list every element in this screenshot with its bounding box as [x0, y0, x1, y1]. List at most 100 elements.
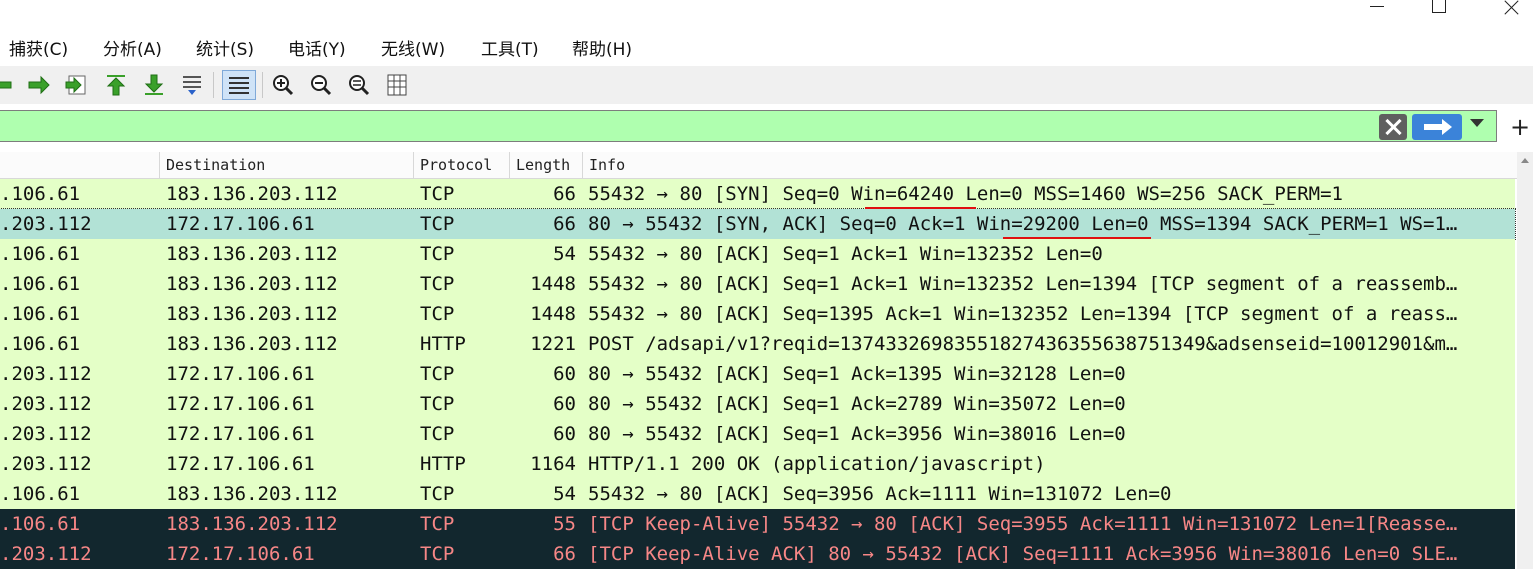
packet-length: 1164: [530, 453, 576, 475]
maximize-button[interactable]: [1420, 0, 1460, 20]
packet-info: HTTP/1.1 200 OK (application/javascript): [588, 453, 1046, 475]
column-header-length[interactable]: Length: [510, 152, 583, 178]
packet-info: 55432 → 80 [ACK] Seq=1395 Ack=1 Win=1323…: [588, 303, 1458, 325]
packet-source: .106.61: [0, 483, 81, 505]
packet-protocol: HTTP: [420, 333, 466, 355]
packet-info: [TCP Keep-Alive] 55432 → 80 [ACK] Seq=39…: [588, 513, 1458, 535]
packet-source: .203.112: [0, 543, 92, 565]
packet-source: .106.61: [0, 273, 81, 295]
packet-length: 66: [553, 543, 576, 565]
table-row[interactable]: .106.61 183.136.203.112 TCP 66 55432 → 80 [S…: [0, 179, 1515, 209]
column-header-protocol[interactable]: Protocol: [414, 152, 510, 178]
packet-length: 60: [553, 393, 576, 415]
close-window-button[interactable]: [1493, 0, 1533, 20]
zoom-out-icon[interactable]: [306, 70, 336, 100]
packet-destination: 172.17.106.61: [166, 393, 315, 415]
minimize-button[interactable]: [1358, 0, 1398, 20]
column-header-destination[interactable]: Destination: [160, 152, 414, 178]
go-back-icon[interactable]: [0, 70, 16, 100]
packet-protocol: TCP: [420, 363, 455, 385]
table-row[interactable]: .203.112 172.17.106.61 TCP 66 80 → 55432 [SY…: [0, 208, 1516, 240]
clear-filter-icon[interactable]: [1379, 114, 1407, 140]
first-packet-icon[interactable]: [101, 70, 131, 100]
packet-destination: 183.136.203.112: [166, 243, 338, 265]
annotation-underline: [1003, 237, 1151, 239]
last-packet-icon[interactable]: [139, 70, 169, 100]
packet-source: .203.112: [0, 453, 92, 475]
packet-protocol: TCP: [420, 423, 455, 445]
apply-filter-icon[interactable]: [1412, 114, 1462, 140]
packet-source: .203.112: [0, 423, 92, 445]
table-row[interactable]: .203.112 172.17.106.61 TCP 66 [TCP Keep-Aliv…: [0, 539, 1515, 569]
packet-protocol: TCP: [420, 393, 455, 415]
column-header-info[interactable]: Info: [583, 152, 1517, 178]
packet-destination: 172.17.106.61: [166, 363, 315, 385]
packet-length: 60: [553, 423, 576, 445]
normal-size-icon[interactable]: [344, 70, 374, 100]
packet-length: 66: [553, 213, 576, 235]
table-row[interactable]: .106.61 183.136.203.112 TCP 54 55432 → 80 [A…: [0, 239, 1515, 269]
packet-source: .203.112: [0, 213, 92, 235]
table-row[interactable]: .106.61 183.136.203.112 TCP 54 55432 → 80 [A…: [0, 479, 1515, 509]
packet-info: 80 → 55432 [ACK] Seq=1 Ack=1395 Win=3212…: [588, 363, 1126, 385]
table-row[interactable]: .203.112 172.17.106.61 TCP 60 80 → 55432 [AC…: [0, 419, 1515, 449]
packet-length: 66: [553, 183, 576, 205]
packet-protocol: TCP: [420, 513, 455, 535]
display-filter-input[interactable]: [0, 110, 1497, 142]
packet-source: .106.61: [0, 243, 81, 265]
go-forward-icon[interactable]: [24, 70, 54, 100]
table-row[interactable]: .106.61 183.136.203.112 HTTP 1221 POST /adsa…: [0, 329, 1515, 359]
packet-protocol: TCP: [420, 273, 455, 295]
packet-info: POST /adsapi/v1?reqid=137433269835518274…: [588, 333, 1458, 355]
colorize-icon[interactable]: [222, 70, 256, 100]
packet-source: .203.112: [0, 393, 92, 415]
packet-source: .106.61: [0, 333, 81, 355]
packet-length: 60: [553, 363, 576, 385]
packet-info: 80 → 55432 [ACK] Seq=1 Ack=3956 Win=3801…: [588, 423, 1126, 445]
packet-info: 80 → 55432 [ACK] Seq=1 Ack=2789 Win=3507…: [588, 393, 1126, 415]
auto-scroll-icon[interactable]: [177, 70, 207, 100]
menu-analyze[interactable]: 分析(A): [103, 35, 162, 60]
table-row[interactable]: .106.61 183.136.203.112 TCP 55 [TCP Keep-Ali…: [0, 509, 1515, 539]
add-filter-button-icon[interactable]: +: [1510, 113, 1530, 141]
menu-statistics[interactable]: 统计(S): [196, 35, 254, 60]
packet-length: 55: [553, 513, 576, 535]
packet-protocol: TCP: [420, 213, 455, 235]
packet-length: 54: [553, 243, 576, 265]
menu-capture[interactable]: 捕获(C): [9, 35, 68, 60]
menu-tools[interactable]: 工具(T): [481, 35, 539, 60]
zoom-in-icon[interactable]: [268, 70, 298, 100]
packet-destination: 183.136.203.112: [166, 333, 338, 355]
menu-telephony[interactable]: 电话(Y): [288, 35, 346, 60]
packet-info: 55432 → 80 [ACK] Seq=1 Ack=1 Win=132352 …: [588, 273, 1458, 295]
vertical-scrollbar[interactable]: [1517, 152, 1533, 569]
menu-bar: 捕获(C) 分析(A) 统计(S) 电话(Y) 无线(W) 工具(T) 帮助(H…: [0, 28, 1533, 64]
packet-source: .106.61: [0, 513, 81, 535]
go-to-packet-icon[interactable]: [62, 70, 92, 100]
filter-history-chevron-icon[interactable]: [1470, 119, 1484, 127]
packet-protocol: TCP: [420, 303, 455, 325]
packet-length: 54: [553, 483, 576, 505]
packet-length: 1448: [530, 273, 576, 295]
table-row[interactable]: .106.61 183.136.203.112 TCP 1448 55432 → 80 …: [0, 299, 1515, 329]
column-header-source[interactable]: [0, 152, 160, 178]
packet-info: 55432 → 80 [ACK] Seq=1 Ack=1 Win=132352 …: [588, 243, 1103, 265]
packet-info: 55432 → 80 [ACK] Seq=3956 Ack=1111 Win=1…: [588, 483, 1172, 505]
packet-source: .203.112: [0, 363, 92, 385]
packet-destination: 183.136.203.112: [166, 273, 338, 295]
packet-info: 55432 → 80 [SYN] Seq=0 Win=64240 Len=0 M…: [588, 183, 1343, 205]
resize-columns-icon[interactable]: [382, 70, 412, 100]
menu-wireless[interactable]: 无线(W): [381, 35, 445, 60]
packet-info: [TCP Keep-Alive ACK] 80 → 55432 [ACK] Se…: [588, 543, 1458, 565]
table-row[interactable]: .203.112 172.17.106.61 HTTP 1164 HTTP/1.1 20…: [0, 449, 1515, 479]
packet-destination: 183.136.203.112: [166, 183, 338, 205]
packet-protocol: HTTP: [420, 453, 466, 475]
table-row[interactable]: .203.112 172.17.106.61 TCP 60 80 → 55432 [AC…: [0, 359, 1515, 389]
packet-source: .106.61: [0, 183, 81, 205]
menu-help[interactable]: 帮助(H): [572, 35, 632, 60]
packet-protocol: TCP: [420, 243, 455, 265]
packet-destination: 172.17.106.61: [166, 423, 315, 445]
packet-protocol: TCP: [420, 483, 455, 505]
table-row[interactable]: .203.112 172.17.106.61 TCP 60 80 → 55432 [AC…: [0, 389, 1515, 419]
table-row[interactable]: .106.61 183.136.203.112 TCP 1448 55432 → 80 …: [0, 269, 1515, 299]
